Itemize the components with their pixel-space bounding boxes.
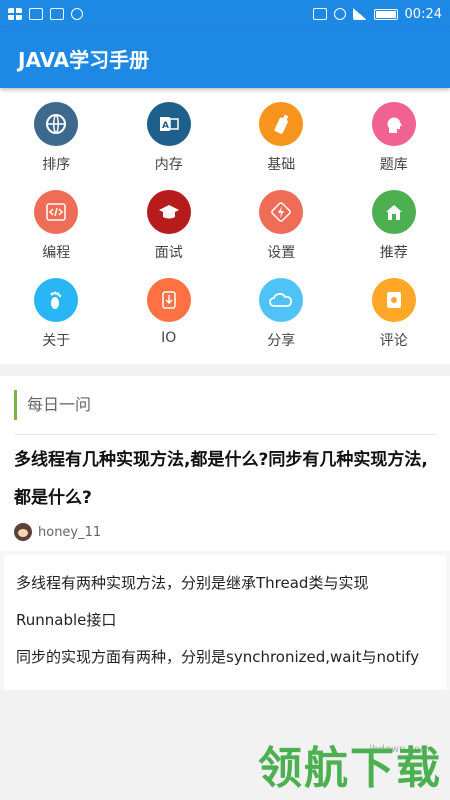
grid-item-label: 题库: [379, 157, 408, 173]
grid-item-label: 推荐: [379, 245, 408, 261]
watermark-logo: 领航下载: [258, 743, 442, 794]
grid-item-about[interactable]: 关于: [0, 274, 113, 358]
grid-item-comment[interactable]: 评论: [338, 274, 450, 358]
grid-item-label: 设置: [267, 245, 296, 261]
feature-grid: 排序 A 内存 基础 题库 编程 面试 设置 推荐 关于 IO 分享 评论: [0, 88, 450, 364]
grid-item-basics[interactable]: 基础: [225, 98, 338, 182]
flash-icon: [259, 190, 304, 234]
grid-item-io[interactable]: IO: [113, 274, 226, 358]
grid-item-label: 内存: [154, 157, 183, 173]
head-icon: [371, 102, 416, 146]
globe-icon: [34, 102, 79, 146]
usb-icon: [29, 8, 43, 20]
grid-item-sort[interactable]: 排序: [0, 98, 113, 182]
status-time: 00:24: [404, 6, 442, 22]
daily-heading: 每日一问: [14, 390, 436, 420]
cloud-icon: [259, 278, 304, 322]
grid-item-label: 面试: [154, 245, 183, 261]
daily-question[interactable]: 多线程有几种实现方法,都是什么?同步有几种实现方法,都是什么?: [14, 441, 436, 517]
grid-item-recommend[interactable]: 推荐: [338, 186, 450, 270]
status-bar: 00:24: [0, 0, 450, 28]
grid-item-memory[interactable]: A 内存: [113, 98, 226, 182]
grid-item-programming[interactable]: 编程: [0, 186, 113, 270]
app-s-icon: [50, 8, 64, 20]
answer-line: 多线程有两种实现方法，分别是继承Thread类与实现Runnable接口: [16, 574, 369, 629]
grid-item-label: 关于: [42, 333, 71, 349]
battery-icon: [373, 8, 398, 20]
author-name: honey_11: [38, 524, 102, 540]
download-icon: [146, 278, 191, 322]
comment-icon: [371, 278, 416, 322]
signal-icon: [352, 8, 367, 20]
grid-item-label: 排序: [42, 157, 71, 173]
outlook-icon: A: [146, 102, 191, 146]
code-icon: [34, 190, 79, 234]
grid-item-label: 基础: [267, 157, 296, 173]
grid-item-settings[interactable]: 设置: [225, 186, 338, 270]
grid-icon: [8, 8, 22, 20]
grid-item-interview[interactable]: 面试: [113, 186, 226, 270]
grid-item-label: 评论: [379, 333, 408, 349]
app-bar: JAVA学习手册: [0, 28, 450, 88]
grid-item-label: 编程: [42, 245, 71, 261]
daily-question-card: 每日一问 多线程有几种实现方法,都是什么?同步有几种实现方法,都是什么? hon…: [0, 376, 450, 551]
grid-item-label: IO: [161, 330, 177, 346]
divider: [14, 434, 436, 435]
grid-item-label: 分享: [267, 333, 296, 349]
answer-body: 多线程有两种实现方法，分别是继承Thread类与实现Runnable接口 同步的…: [4, 555, 446, 690]
home-icon: [371, 190, 416, 234]
wifi-icon: [333, 8, 346, 20]
app-title: JAVA学习手册: [18, 47, 150, 72]
chat-icon: [71, 8, 83, 20]
grid-item-share[interactable]: 分享: [225, 274, 338, 358]
vibrate-icon: [312, 8, 327, 20]
answer-container: 多线程有两种实现方法，分别是继承Thread类与实现Runnable接口 同步的…: [0, 551, 450, 690]
svg-text:A: A: [162, 121, 169, 131]
footprint-icon: [34, 278, 79, 322]
graduation-cap-icon: [146, 190, 191, 234]
avatar: [14, 523, 32, 541]
answer-line: 同步的实现方面有两种，分别是synchronized,wait与notify: [16, 648, 420, 666]
bottle-icon: [259, 102, 304, 146]
author-row: honey_11: [14, 523, 436, 551]
grid-item-question-bank[interactable]: 题库: [338, 98, 450, 182]
